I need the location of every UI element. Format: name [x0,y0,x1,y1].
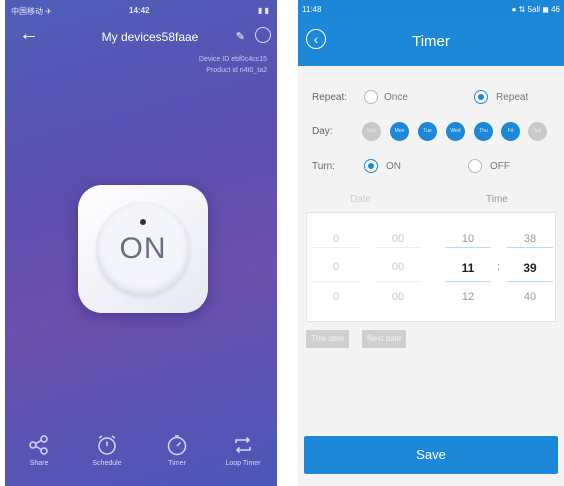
picker-divider [507,281,553,282]
status-time: 14:42 [129,6,150,15]
next-date-button[interactable]: Next date [362,330,407,348]
more-icon[interactable] [255,27,271,43]
status-bar: 11:48 ● ⇅ 5all ◼ 46 [298,0,564,18]
power-state-label: ON [119,232,167,265]
day-sun[interactable]: Sun [362,122,381,141]
stopwatch-icon [167,435,187,456]
carrier-label: 中国移动 ✈ [11,7,52,16]
save-button[interactable]: Save [304,436,558,474]
minute-value: 38 [523,233,537,245]
device-info-line: Product id n4t0_ta2 [206,67,267,74]
device-title: My devices58faae [101,30,199,44]
minute-value: 40 [523,291,537,303]
picker-divider [445,281,491,282]
day-fri[interactable]: Fri [501,122,520,141]
minute-selected: 39 [523,261,537,275]
day-wed[interactable]: Wed [446,122,465,141]
tab-loop-timer[interactable]: Loop Timer [213,432,273,467]
battery-icon: ▮ ▮ [257,6,269,15]
tab-timer[interactable]: Timer [147,432,207,467]
header-bar: ‹ Timer [298,18,564,66]
back-arrow-icon[interactable]: ← [19,24,39,44]
tab-label: Share [29,460,49,467]
bottom-tab-bar: Share Schedule Timer Loop Timer [5,432,277,486]
device-info-line: Device ID ebf0c4cc15 [198,56,267,63]
day-tue[interactable]: Tue [418,122,437,141]
tab-label: Loop Timer [225,460,261,467]
option-once-label: Once [384,92,408,103]
picker-divider [375,247,421,248]
loop-icon [235,436,251,454]
time-separator: : [497,261,501,273]
picker-value: 00 [391,261,405,273]
radio-repeat[interactable] [474,90,488,104]
turn-label: Turn: [312,161,335,172]
status-icons: ● ⇅ 5all ◼ 46 [511,5,560,14]
picker-divider [375,281,421,282]
picker-value: 0 [332,233,340,245]
option-on-label: ON [386,161,401,172]
device-info: Device ID ebf0c4cc15 Product id n4t0_ta2 [199,54,267,76]
day-mon[interactable]: Mon [390,122,409,141]
this-date-button[interactable]: This date [306,330,349,348]
radio-once[interactable] [364,90,378,104]
tab-label: Schedule [92,460,122,467]
radio-off[interactable] [468,159,482,173]
tab-label: Timer [168,460,186,467]
picker-divider [445,247,491,248]
hour-value: 12 [461,291,475,303]
datetime-picker[interactable]: 0 0 0 00 00 00 10 11 12 : 38 39 40 [306,212,556,322]
device-control-screen: 中国移动 ✈ 14:42 ▮ ▮ ← My devices58faae ✎ De… [5,0,277,486]
repeat-label: Repeat: [312,92,348,103]
radio-on[interactable] [364,159,378,173]
picker-value: 00 [391,233,405,245]
power-knob: ON [96,202,190,296]
picker-value: 00 [391,291,405,303]
share-icon [29,435,48,455]
hour-value: 10 [461,233,475,245]
picker-divider [313,247,359,248]
option-repeat-label: Repeat [496,92,529,103]
edit-icon[interactable]: ✎ [236,30,245,43]
tab-share[interactable]: Share [9,432,69,467]
alarm-clock-icon [98,435,116,455]
day-sat[interactable]: Sat [528,122,547,141]
power-button[interactable]: ON [78,185,208,313]
tab-schedule[interactable]: Schedule [77,432,137,467]
day-label: Day: [312,126,333,137]
status-time: 11:48 [302,5,322,14]
day-thu[interactable]: Thu [474,122,493,141]
page-title: Timer [412,33,450,50]
timer-screen: 11:48 ● ⇅ 5all ◼ 46 ‹ Timer Repeat: Once… [298,0,564,486]
option-off-label: OFF [490,161,510,172]
picker-divider [313,281,359,282]
power-indicator-dot [140,219,146,225]
time-column-header: Time [486,194,508,205]
date-column-header: Date [350,194,372,205]
status-bar: 中国移动 ✈ 14:42 ▮ ▮ [11,6,269,16]
hour-selected: 11 [461,261,475,275]
picker-divider [507,247,553,248]
picker-value: 0 [332,291,340,303]
picker-value: 0 [332,261,340,273]
